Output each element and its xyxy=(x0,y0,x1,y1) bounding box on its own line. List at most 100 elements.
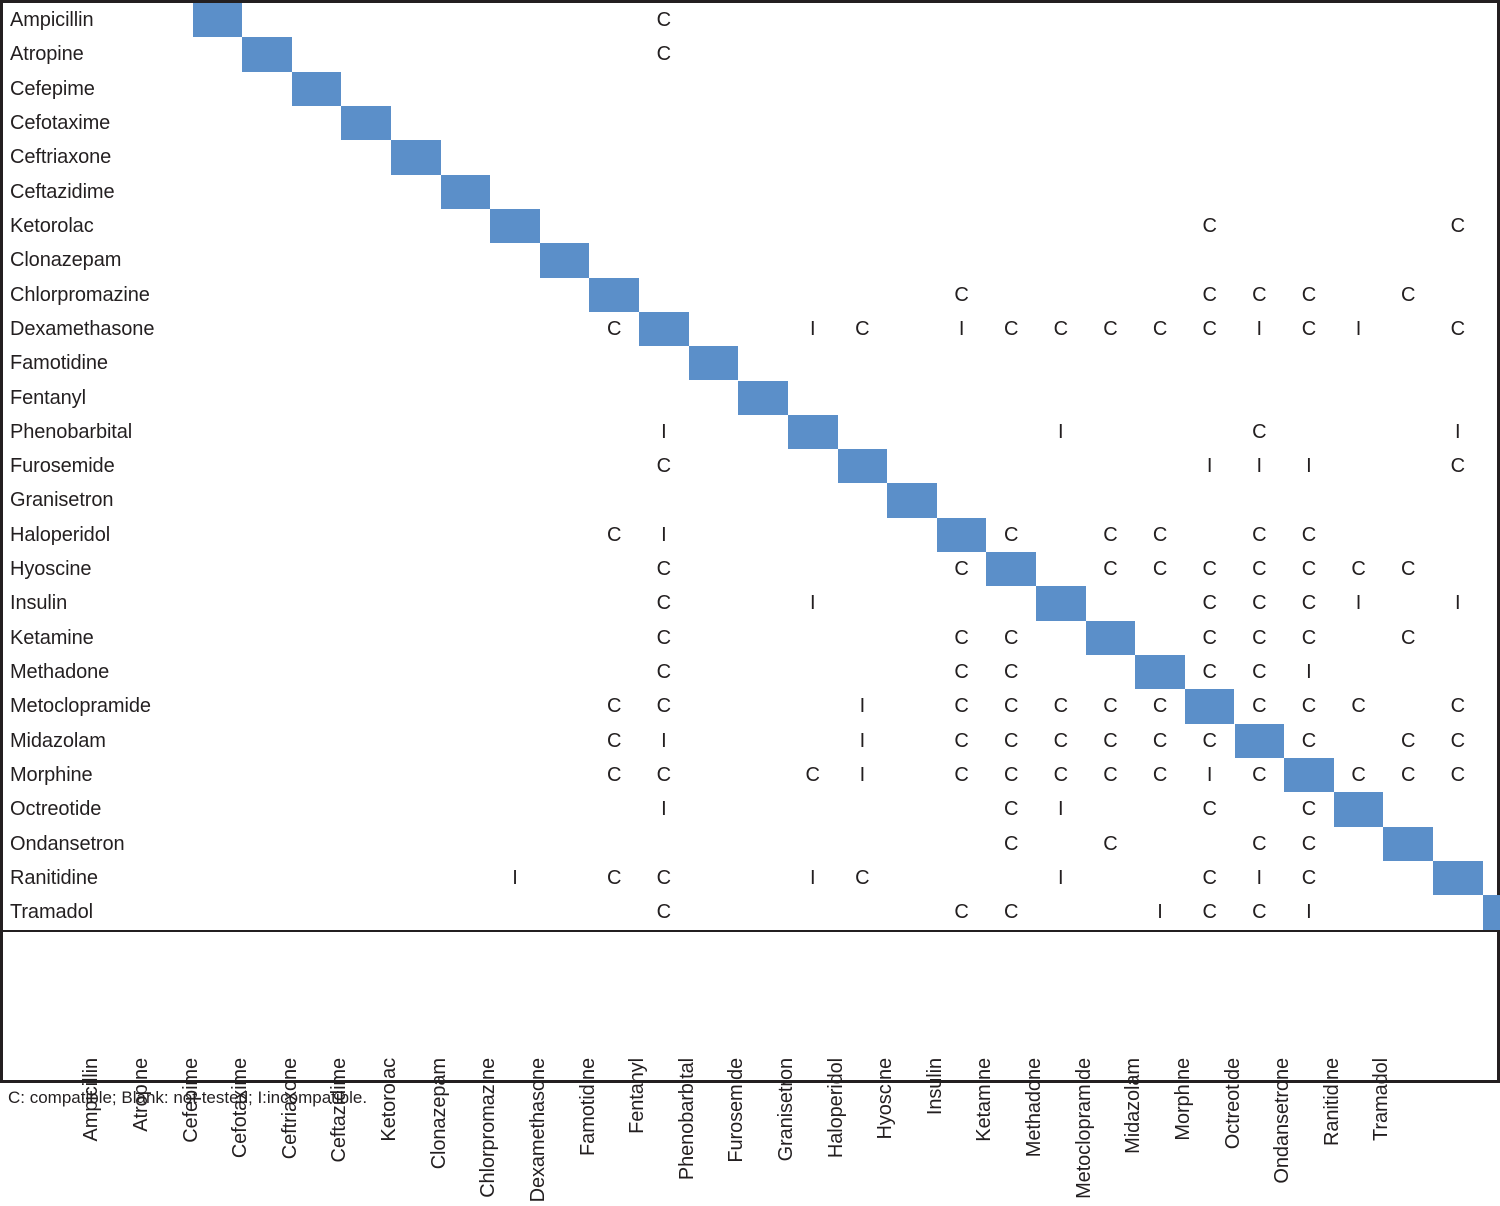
matrix-cell: C xyxy=(607,523,622,546)
matrix-cell: C xyxy=(607,695,622,718)
table-bottom-rule xyxy=(0,1079,1500,1083)
matrix-cell: C xyxy=(1003,317,1019,340)
matrix-cell: C xyxy=(1450,729,1466,752)
matrix-cell: C xyxy=(1103,523,1118,546)
matrix-diagonal-cell xyxy=(936,517,987,553)
matrix-diagonal-cell xyxy=(1184,689,1235,724)
matrix-cell: C xyxy=(1202,283,1217,306)
matrix-cell: C xyxy=(1202,661,1217,684)
matrix-cell: C xyxy=(1152,764,1168,787)
matrix-cell: C xyxy=(1301,867,1317,889)
row-label: Octreotide xyxy=(10,798,102,821)
matrix-cell: C xyxy=(855,317,870,340)
matrix-cell: C xyxy=(1152,558,1168,581)
row-label: Atropine xyxy=(10,43,84,66)
row-label: Haloperidol xyxy=(10,523,111,546)
row-label: Methadone xyxy=(10,661,110,684)
matrix-cell: C xyxy=(1252,592,1267,615)
matrix-diagonal-cell xyxy=(490,208,540,244)
matrix-cell: I xyxy=(1455,592,1461,615)
matrix-cell: I xyxy=(1355,592,1362,615)
row-label: Fentanyl xyxy=(10,386,86,409)
matrix-cell: I xyxy=(809,317,816,340)
matrix-cell: C xyxy=(1483,689,1500,723)
matrix-diagonal-cell xyxy=(1284,758,1334,793)
matrix-cell: C xyxy=(1152,729,1168,752)
matrix-cell: C xyxy=(1003,523,1019,546)
matrix-cell: C xyxy=(1483,552,1500,586)
matrix-cell: C xyxy=(1252,764,1267,787)
matrix-cell: C xyxy=(1003,695,1019,718)
matrix-cell: C xyxy=(1483,724,1500,758)
matrix-cell: I xyxy=(809,867,816,889)
matrix-cell: C xyxy=(1301,832,1317,855)
matrix-cell: I xyxy=(809,592,816,615)
matrix-cell: C xyxy=(1103,729,1118,752)
matrix-cell: C xyxy=(1103,558,1118,581)
matrix-cell: C xyxy=(954,283,969,306)
matrix-cell: I xyxy=(661,523,667,546)
matrix-cell: C xyxy=(1152,523,1168,546)
matrix-cell: I xyxy=(859,695,866,718)
matrix-diagonal-cell xyxy=(390,140,441,175)
row-label: Morphine xyxy=(10,764,93,787)
matrix-cell: I xyxy=(1256,317,1263,340)
matrix-cell: C xyxy=(1400,558,1416,581)
matrix-cell: C xyxy=(1053,729,1069,752)
row-label: Granisetron xyxy=(10,489,114,512)
matrix-cell: C xyxy=(1202,867,1217,889)
matrix-diagonal-cell xyxy=(291,71,342,106)
matrix-cell: C xyxy=(607,764,622,787)
matrix-cell: I xyxy=(512,867,518,889)
matrix-cell: C xyxy=(1450,695,1466,718)
matrix-cell: C xyxy=(1400,764,1416,787)
matrix-cell: I xyxy=(1157,901,1163,924)
matrix-cell: C xyxy=(1003,798,1019,821)
matrix-cell: C xyxy=(1252,283,1267,306)
matrix-cell: C xyxy=(1252,695,1267,718)
matrix-cell: C xyxy=(1483,312,1500,346)
matrix-cell: I xyxy=(859,764,866,787)
matrix-cell: C xyxy=(656,455,672,478)
matrix-cell: C xyxy=(954,695,969,718)
matrix-cell: C xyxy=(656,9,672,31)
row-label: Ondansetron xyxy=(10,832,125,855)
row-label: Midazolam xyxy=(10,729,106,752)
matrix-cell: C xyxy=(1202,901,1217,924)
row-label: Famotidine xyxy=(10,352,108,375)
matrix-cell: C xyxy=(1252,832,1267,855)
matrix-cell: C xyxy=(1252,523,1267,546)
matrix-cell: C xyxy=(1252,626,1267,649)
matrix-bottom-rule xyxy=(0,929,1500,932)
matrix-cell: C xyxy=(1301,283,1317,306)
matrix-cell: C xyxy=(656,661,672,684)
matrix-cell: C xyxy=(1202,729,1217,752)
matrix-cell: C xyxy=(1003,661,1019,684)
matrix-cell: I xyxy=(1206,764,1213,787)
matrix-cell: C xyxy=(1103,695,1118,718)
matrix-cell: C xyxy=(1301,592,1317,615)
matrix-cell: C xyxy=(1003,729,1019,752)
matrix-cell: C xyxy=(1053,317,1069,340)
matrix-cell: C xyxy=(1400,283,1416,306)
matrix-cell: C xyxy=(1301,729,1317,752)
matrix-cell: C xyxy=(1483,518,1500,552)
matrix-cell: C xyxy=(1003,832,1019,855)
matrix-cell: C xyxy=(1202,317,1217,340)
matrix-cell: C xyxy=(954,558,969,581)
matrix-cell: I xyxy=(1355,317,1362,340)
matrix-cell: C xyxy=(1103,832,1118,855)
matrix-cell: C xyxy=(1003,764,1019,787)
matrix-cell: I xyxy=(1483,758,1500,792)
matrix-cell: C xyxy=(656,43,672,66)
matrix-cell: C xyxy=(1053,764,1069,787)
row-label: Ketamine xyxy=(10,626,94,649)
matrix-diagonal-cell xyxy=(1482,895,1500,930)
matrix-cell: C xyxy=(1450,455,1466,478)
matrix-diagonal-cell xyxy=(1036,586,1086,621)
matrix-diagonal-cell xyxy=(1135,655,1185,690)
row-label: Cefotaxime xyxy=(10,111,111,134)
matrix-cell: C xyxy=(1003,626,1019,649)
matrix-cell: C xyxy=(954,729,969,752)
row-label: Cefepime xyxy=(10,77,95,100)
